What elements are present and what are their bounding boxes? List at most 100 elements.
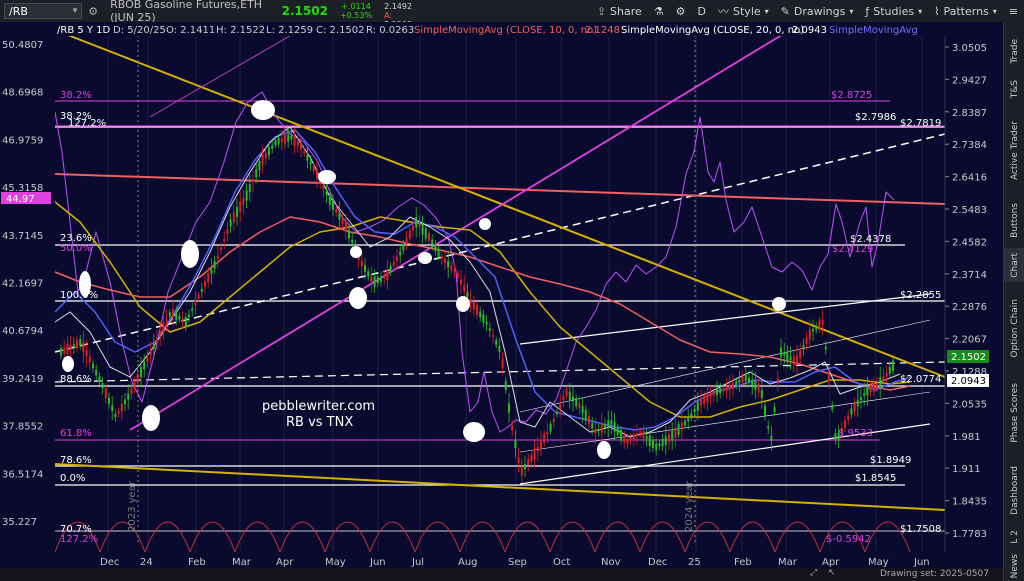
year-label: 2024 year <box>684 480 695 532</box>
legend-range: R: 0.0263 <box>366 25 414 36</box>
candle-body <box>616 427 619 435</box>
pivot-marker <box>142 405 160 431</box>
time-axis-tick: Feb <box>734 557 752 568</box>
candle-body <box>159 332 162 336</box>
candle-body <box>216 255 219 259</box>
aggregation-button[interactable]: D <box>692 0 712 22</box>
candle-body <box>140 366 142 378</box>
symbol-search-icon[interactable]: ▾ <box>73 6 78 16</box>
candle-body <box>738 380 741 383</box>
pivot-marker <box>479 218 491 230</box>
tab-buttons[interactable]: Buttons <box>1004 198 1024 242</box>
tab-dashboard[interactable]: Dashboard <box>1004 458 1024 522</box>
candle-body <box>376 277 379 284</box>
candle-body <box>252 179 254 183</box>
price-tag: 2.1502 <box>951 352 986 363</box>
candle-body <box>399 251 402 256</box>
candle-body <box>636 433 638 437</box>
legend-high: H: 2.1522 <box>216 25 265 36</box>
candle-body <box>415 216 418 228</box>
tab-news[interactable]: News <box>1004 552 1024 580</box>
candle-body <box>117 411 120 415</box>
candle-body <box>149 350 152 356</box>
candle-body <box>258 161 261 171</box>
candle-body <box>293 135 296 146</box>
candle-body <box>181 318 184 321</box>
tab-level-2[interactable]: L 2 <box>1004 526 1024 548</box>
watermark-subtitle: RB vs TNX <box>286 415 353 430</box>
candle-body <box>517 457 520 463</box>
tab-time-and-sales[interactable]: T&S <box>1004 74 1024 104</box>
candle-body <box>677 423 680 435</box>
tab-trade[interactable]: Trade <box>1004 34 1024 68</box>
candle-body <box>450 264 453 270</box>
chart-toolbar: /RB ▾ ⚙ RBOB Gasoline Futures,ETH (JUN 2… <box>0 0 1024 29</box>
style-icon: 〰 <box>718 5 730 18</box>
candle-body <box>600 423 603 433</box>
price-chart[interactable]: 2023 year 2024 year 38.2% 38.2% 127.2% 2… <box>0 22 1003 568</box>
candle-body <box>191 308 194 311</box>
left-axis-tick: 50.4807 <box>2 40 43 51</box>
expand-icon[interactable]: ⤢ <box>810 568 817 578</box>
candle-body <box>828 373 830 382</box>
left-axis-tick: 37.8552 <box>2 422 43 433</box>
drawing-set-status: Drawing set: 2025-0507 <box>880 569 989 579</box>
candle-body <box>831 404 834 410</box>
candle-body <box>588 416 590 425</box>
tab-option-chain[interactable]: Option Chain <box>1004 288 1024 368</box>
right-axis-tick: 2.7384 <box>952 140 987 151</box>
tab-phase-scores[interactable]: Phase Scores <box>1004 374 1024 452</box>
candle-body <box>764 405 766 416</box>
pivot-marker <box>772 297 786 311</box>
candle-body <box>668 434 670 443</box>
more-menu-icon[interactable]: ≡ <box>1003 0 1024 22</box>
candle-body <box>597 429 600 432</box>
candle-body <box>111 405 114 411</box>
symbol-input[interactable]: /RB ▾ <box>4 3 83 19</box>
patterns-button[interactable]: ⌇ Patterns ▾ <box>928 0 1003 22</box>
settings-icon[interactable]: ⚙ <box>82 0 104 22</box>
time-axis-tick: Jul <box>411 557 424 568</box>
cursor-icon[interactable]: ↖ <box>828 568 836 578</box>
candle-body <box>396 256 398 261</box>
candle-body <box>373 276 376 287</box>
candle-body <box>242 198 245 205</box>
candle-body <box>648 435 651 447</box>
time-axis-tick: Nov <box>601 557 621 568</box>
candle-body <box>623 436 626 443</box>
style-button[interactable]: 〰 Style ▾ <box>712 0 775 22</box>
chart-canvas[interactable]: 2023 year 2024 year 38.2% 38.2% 127.2% 2… <box>0 22 1003 568</box>
sma-tag: 2.0943 <box>951 376 986 387</box>
status-bar: ⤢ ↖ Drawing set: 2025-0507 <box>0 568 1003 581</box>
tab-chart[interactable]: Chart <box>1004 248 1024 282</box>
candle-body <box>210 268 213 274</box>
right-axis-tick: 2.4582 <box>952 237 987 248</box>
candle-body <box>607 420 610 428</box>
candle-body <box>533 448 536 460</box>
candle-body <box>860 397 862 401</box>
flask-button[interactable]: ⚗ <box>648 0 670 22</box>
candle-body <box>424 228 427 239</box>
tab-active-trader[interactable]: Active Trader <box>1004 110 1024 192</box>
chevron-down-icon: ▾ <box>764 6 769 16</box>
right-axis-tick: 2.5483 <box>952 205 987 216</box>
share-button[interactable]: ⇪ Share <box>591 0 648 22</box>
drawings-button[interactable]: ✎ Drawings ▾ <box>775 0 860 22</box>
candle-body <box>530 454 533 462</box>
candle-body <box>332 200 334 210</box>
fib-label: 100.0% <box>60 290 98 301</box>
candle-body <box>754 380 757 390</box>
candle-body <box>229 219 232 227</box>
candle-body <box>792 356 795 365</box>
candle-body <box>60 348 62 356</box>
tab-label: Trade <box>1009 38 1020 64</box>
candle-body <box>130 388 133 395</box>
candle-body <box>680 422 683 431</box>
level-label: $2.7819 <box>900 118 941 129</box>
candle-body <box>175 310 178 321</box>
studies-button[interactable]: ƒ Studies ▾ <box>859 0 928 22</box>
gear-button[interactable]: ⚙ <box>670 0 692 22</box>
patterns-label: Patterns <box>943 4 989 18</box>
left-highlight-value: 44.97 <box>6 194 35 205</box>
fib-label: 88.6% <box>60 374 92 385</box>
